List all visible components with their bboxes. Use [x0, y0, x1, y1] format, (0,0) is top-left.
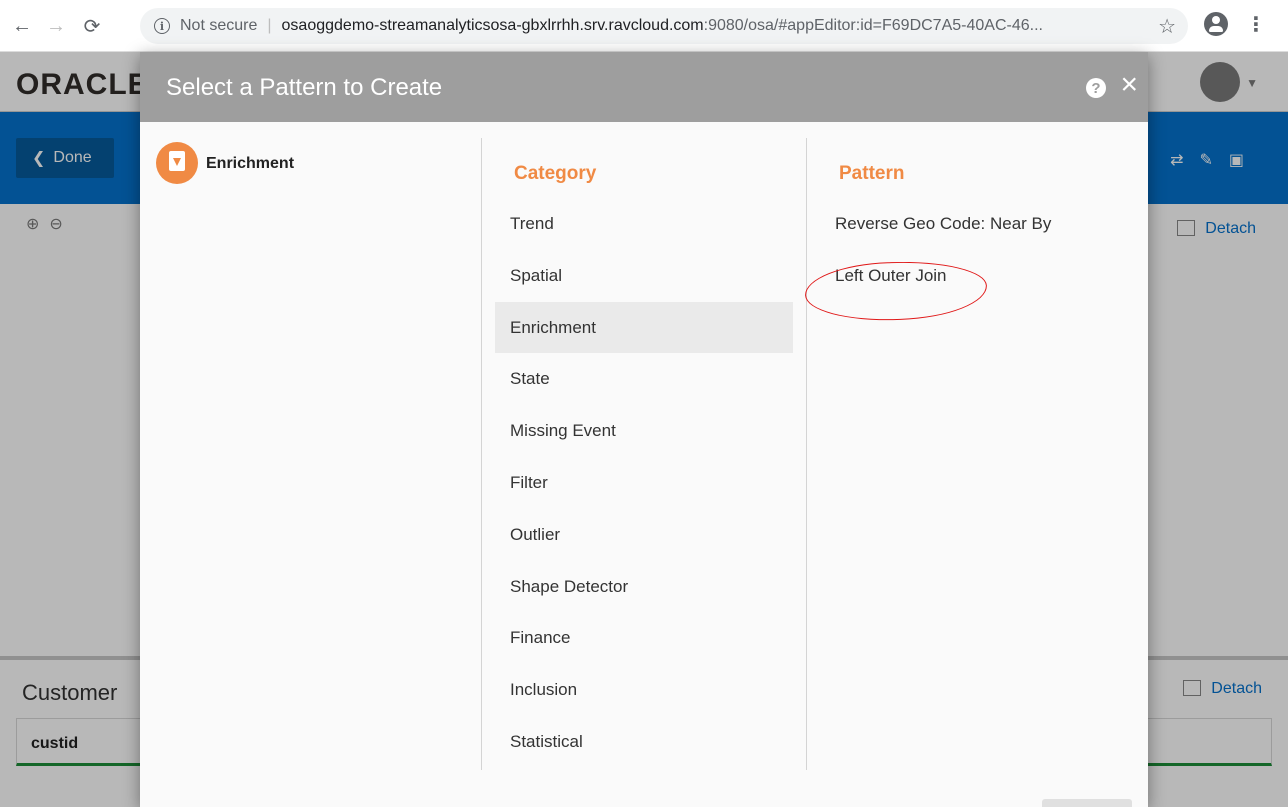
selected-group-panel: Enrichment	[140, 122, 481, 807]
enrichment-icon	[156, 142, 198, 184]
column-divider	[481, 138, 482, 770]
category-item-finance[interactable]: Finance	[495, 612, 793, 664]
url-separator: |	[267, 17, 272, 34]
category-item-inclusion[interactable]: Inclusion	[495, 664, 793, 716]
pattern-item-left-outer-join[interactable]: Left Outer Join	[835, 250, 1135, 302]
browser-menu-icon[interactable]: ⋮	[1246, 12, 1266, 37]
pattern-item-reverse-geo-code-near-by[interactable]: Reverse Geo Code: Near By	[835, 198, 1135, 250]
category-list: Trend Spatial Enrichment State Missing Event…	[495, 198, 793, 768]
help-icon[interactable]: ?	[1086, 78, 1106, 98]
address-bar[interactable]: i Not secure | osaoggdemo-streamanalytic…	[140, 8, 1188, 44]
category-item-shape-detector[interactable]: Shape Detector	[495, 561, 793, 613]
pattern-dialog: Select a Pattern to Create ? × Enrichmen…	[140, 52, 1148, 807]
pattern-heading: Pattern	[839, 163, 905, 184]
url-path: :9080/osa/#appEditor:id=F69DC7A5-40AC-46…	[703, 17, 1043, 34]
browser-toolbar: ← → ⟳ i Not secure | osaoggdemo-streaman…	[0, 0, 1288, 52]
category-item-trend[interactable]: Trend	[495, 198, 793, 250]
category-item-statistical[interactable]: Statistical	[495, 716, 793, 768]
pattern-list: Reverse Geo Code: Near By Left Outer Join	[835, 198, 1135, 302]
category-item-enrichment[interactable]: Enrichment	[495, 301, 793, 354]
back-arrow-icon[interactable]: ←	[8, 12, 36, 40]
dialog-title: Select a Pattern to Create	[166, 74, 443, 101]
dialog-footer-button[interactable]	[1042, 799, 1132, 807]
category-item-state[interactable]: State	[495, 353, 793, 405]
selected-group-label: Enrichment	[206, 155, 295, 172]
info-icon[interactable]: i	[154, 18, 170, 34]
column-divider	[806, 138, 807, 770]
category-item-spatial[interactable]: Spatial	[495, 250, 793, 302]
forward-arrow-icon[interactable]: →	[42, 12, 70, 40]
url-host: osaoggdemo-streamanalyticsosa-gbxlrrhh.s…	[281, 17, 704, 34]
bookmark-star-icon[interactable]: ☆	[1158, 14, 1176, 39]
close-icon[interactable]: ×	[1120, 70, 1138, 100]
category-item-missing-event[interactable]: Missing Event	[495, 405, 793, 457]
dialog-header: Select a Pattern to Create ? ×	[140, 52, 1148, 122]
security-status: Not secure	[180, 17, 258, 34]
category-item-filter[interactable]: Filter	[495, 457, 793, 509]
profile-icon[interactable]	[1204, 12, 1228, 36]
category-item-outlier[interactable]: Outlier	[495, 509, 793, 561]
reload-icon[interactable]: ⟳	[78, 12, 106, 40]
category-heading: Category	[514, 163, 597, 184]
